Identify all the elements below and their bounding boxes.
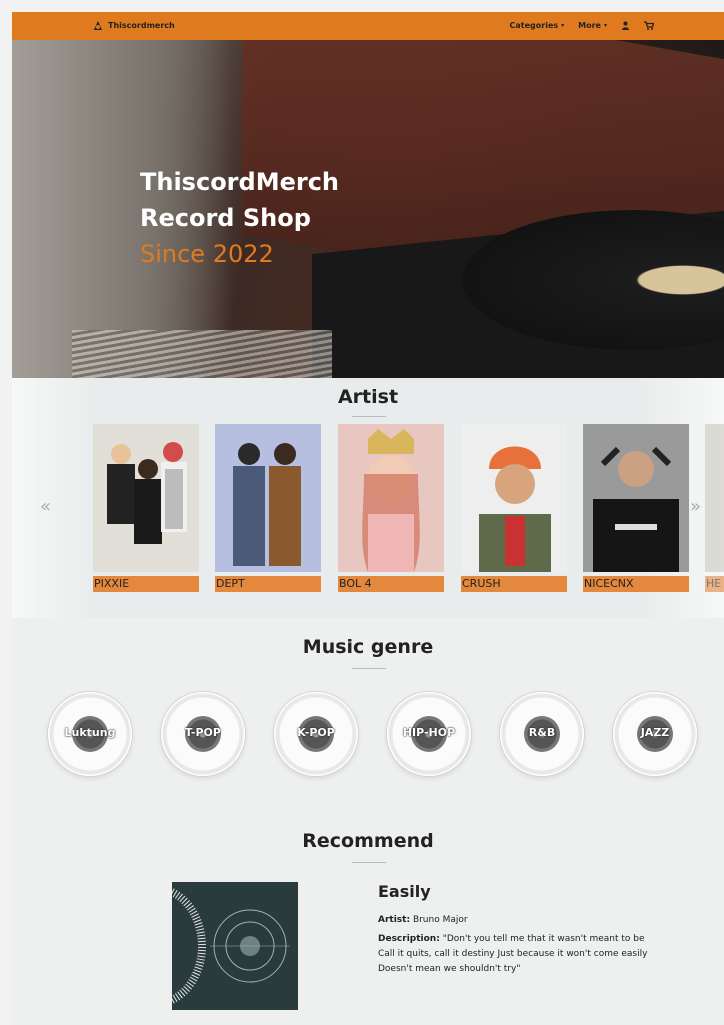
user-icon[interactable] — [621, 21, 630, 30]
genre-disc[interactable]: K-POP — [274, 692, 358, 776]
artist-photo — [583, 424, 689, 572]
carousel-next-button[interactable]: » — [690, 496, 701, 517]
artist-label: Artist: — [378, 915, 411, 925]
cart-icon[interactable] — [644, 21, 654, 30]
record-logo-icon — [92, 19, 104, 31]
carousel-prev-button[interactable]: « — [40, 496, 51, 517]
genre-disc[interactable]: HIP-HOP — [387, 692, 471, 776]
title-divider — [352, 668, 386, 669]
genre-label: R&B — [528, 726, 556, 739]
artist-carousel: Artist « » PIXXIE DEPT BOL 4 CRUSH NICEC… — [12, 378, 724, 618]
categories-label: Categories — [509, 21, 559, 30]
artist-value: Bruno Major — [412, 915, 468, 925]
genre-disc[interactable]: T-POP — [161, 692, 245, 776]
genre-label: JAZZ — [640, 726, 670, 739]
title-divider — [352, 416, 386, 417]
artist-card[interactable]: NICECNX — [583, 424, 689, 594]
more-dropdown[interactable]: More ▾ — [578, 21, 607, 30]
genre-label: Luktung — [64, 726, 116, 739]
artist-photo — [461, 424, 567, 572]
artist-name: DEPT — [215, 576, 321, 592]
artist-card[interactable]: BOL 4 — [338, 424, 444, 594]
hero-line-3: Since 2022 — [140, 240, 274, 268]
genre-label: T-POP — [185, 726, 221, 739]
genre-title: Music genre — [302, 636, 434, 658]
genre-label: K-POP — [297, 726, 335, 739]
artist-photo — [215, 424, 321, 572]
recommend-title: Recommend — [302, 830, 434, 852]
genre-disc[interactable]: Luktung — [48, 692, 132, 776]
artist-photo — [338, 424, 444, 572]
artist-card[interactable]: HE — [705, 424, 724, 594]
artist-card[interactable]: PIXXIE — [93, 424, 199, 594]
artist-name: HE — [705, 576, 724, 592]
record-stack — [72, 330, 332, 378]
categories-dropdown[interactable]: Categories ▾ — [510, 21, 565, 30]
navbar: Thiscordmerch Categories ▾ More ▾ — [12, 12, 724, 40]
chevron-down-icon: ▾ — [561, 22, 565, 29]
brand-link[interactable]: Thiscordmerch — [92, 19, 175, 31]
genre-label: HIP-HOP — [402, 726, 456, 739]
artist-name: BOL 4 — [338, 576, 444, 592]
artist-title: Artist — [337, 386, 399, 408]
genre-disc[interactable]: JAZZ — [613, 692, 697, 776]
song-title: Easily — [378, 882, 431, 901]
recommend-info: Easily Artist: Bruno Major Description: … — [378, 882, 658, 977]
page: Thiscordmerch Categories ▾ More ▾ Thisco… — [12, 12, 724, 1025]
description-line: Description: "Don't you tell me that it … — [378, 932, 658, 977]
hero-banner: ThiscordMerch Record Shop Since 2022 — [12, 40, 724, 378]
description-label: Description: — [378, 934, 440, 944]
genre-disc[interactable]: R&B — [500, 692, 584, 776]
hero-line-1: ThiscordMerch — [140, 168, 340, 196]
artist-name: CRUSH — [461, 576, 567, 592]
brand-name: Thiscordmerch — [108, 20, 175, 30]
artist-photo — [705, 424, 724, 572]
chevron-down-icon: ▾ — [603, 22, 607, 29]
artist-name: PIXXIE — [93, 576, 199, 592]
more-label: More — [578, 21, 601, 30]
artist-name: NICECNX — [583, 576, 689, 592]
artist-photo — [93, 424, 199, 572]
artist-card[interactable]: CRUSH — [461, 424, 567, 594]
artist-card[interactable]: DEPT — [215, 424, 321, 594]
hero-heading: ThiscordMerch Record Shop Since 2022 — [140, 164, 339, 272]
title-divider — [352, 862, 386, 863]
hero-line-2: Record Shop — [140, 204, 311, 232]
album-cover[interactable] — [172, 882, 298, 1010]
artist-line: Artist: Bruno Major — [378, 913, 658, 928]
